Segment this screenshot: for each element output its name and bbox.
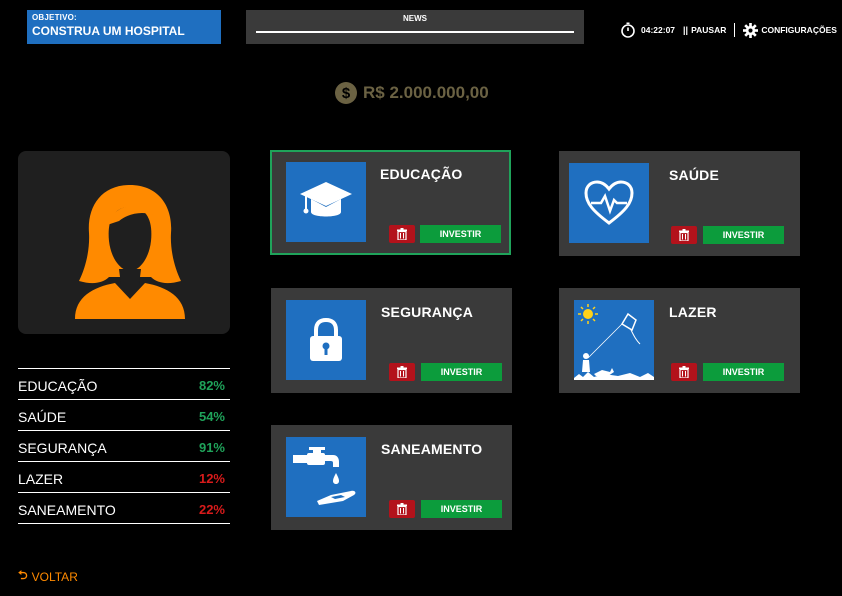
stat-value: 22% (198, 502, 225, 517)
gear-icon (743, 22, 759, 38)
stat-label: LAZER (18, 470, 64, 487)
stat-label: SAÚDE (18, 408, 67, 425)
card-saneamento[interactable]: SANEAMENTO INVESTIR (271, 425, 512, 530)
stat-row-saneamento: SANEAMENTO 22% (18, 493, 230, 524)
invest-button[interactable]: INVESTIR (703, 226, 784, 244)
stat-row-seguranca: SEGURANÇA 91% (18, 431, 230, 462)
stat-value: 54% (198, 409, 225, 424)
stat-value: 82% (198, 378, 225, 393)
trash-icon (397, 228, 407, 240)
heart-pulse-icon (569, 163, 649, 243)
trash-icon (397, 503, 407, 515)
card-title: LAZER (669, 304, 717, 320)
back-arrow-icon: ⮌ (18, 568, 28, 582)
game-controls: 04:22:07 || PAUSAR CONFIGURAÇÕES (620, 20, 837, 40)
stopwatch-icon (621, 22, 635, 38)
water-tap-icon (286, 437, 366, 517)
invest-button[interactable]: INVESTIR (703, 363, 784, 381)
kite-icon (574, 300, 654, 380)
timer: 04:22:07 (620, 22, 675, 38)
invest-button[interactable]: INVESTIR (421, 363, 502, 381)
trash-icon (397, 366, 407, 378)
card-title: SEGURANÇA (381, 304, 474, 320)
card-lazer[interactable]: LAZER INVESTIR (559, 288, 800, 393)
stat-row-educacao: EDUCAÇÃO 82% (18, 369, 230, 400)
settings-label: CONFIGURAÇÕES (761, 25, 837, 35)
card-educacao[interactable]: EDUCAÇÃO INVESTIR (270, 150, 511, 255)
dollar-coin-icon: $ (335, 82, 357, 104)
graduation-cap-icon (286, 162, 366, 242)
delete-button[interactable] (389, 500, 415, 518)
card-title: SANEAMENTO (381, 441, 483, 457)
money-amount: R$ 2.000.000,00 (363, 83, 489, 102)
stats-list: EDUCAÇÃO 82% SAÚDE 54% SEGURANÇA 91% LAZ… (18, 368, 230, 524)
pause-button[interactable]: || PAUSAR (683, 25, 726, 35)
delete-button[interactable] (389, 363, 415, 381)
card-saude[interactable]: SAÚDE INVESTIR (559, 151, 800, 256)
timer-value: 04:22:07 (641, 25, 676, 35)
stat-label: EDUCAÇÃO (18, 377, 98, 394)
stat-value: 91% (198, 440, 225, 455)
news-line (256, 31, 574, 33)
back-button[interactable]: ⮌ VOLTAR (18, 566, 78, 587)
news-label: NEWS (403, 14, 427, 23)
card-seguranca[interactable]: SEGURANÇA INVESTIR (271, 288, 512, 393)
delete-button[interactable] (389, 225, 415, 243)
lock-icon (286, 300, 366, 380)
pause-icon: || (683, 25, 689, 35)
trash-icon (679, 229, 689, 241)
stat-row-saude: SAÚDE 54% (18, 400, 230, 431)
invest-button[interactable]: INVESTIR (420, 225, 501, 243)
news-ticker: NEWS (246, 10, 584, 44)
stat-label: SEGURANÇA (18, 439, 107, 456)
divider (734, 23, 736, 37)
money-display: $ R$ 2.000.000,00 (335, 82, 489, 104)
stat-row-lazer: LAZER 12% (18, 462, 230, 493)
objective-box: OBJETIVO: CONSTRUA UM HOSPITAL (27, 10, 221, 44)
invest-button[interactable]: INVESTIR (421, 500, 502, 518)
card-title: SAÚDE (669, 167, 720, 183)
delete-button[interactable] (671, 363, 697, 381)
avatar-panel (18, 151, 230, 334)
settings-button[interactable]: CONFIGURAÇÕES (743, 22, 837, 38)
trash-icon (679, 366, 689, 378)
objective-label: OBJETIVO: (32, 13, 77, 22)
objective-value: CONSTRUA UM HOSPITAL (32, 24, 185, 38)
delete-button[interactable] (671, 226, 697, 244)
stat-label: SANEAMENTO (18, 501, 116, 518)
card-title: EDUCAÇÃO (380, 166, 463, 182)
avatar-woman-icon (75, 185, 185, 319)
pause-label: PAUSAR (691, 25, 727, 35)
stat-value: 12% (198, 471, 225, 486)
back-label: VOLTAR (31, 569, 78, 584)
